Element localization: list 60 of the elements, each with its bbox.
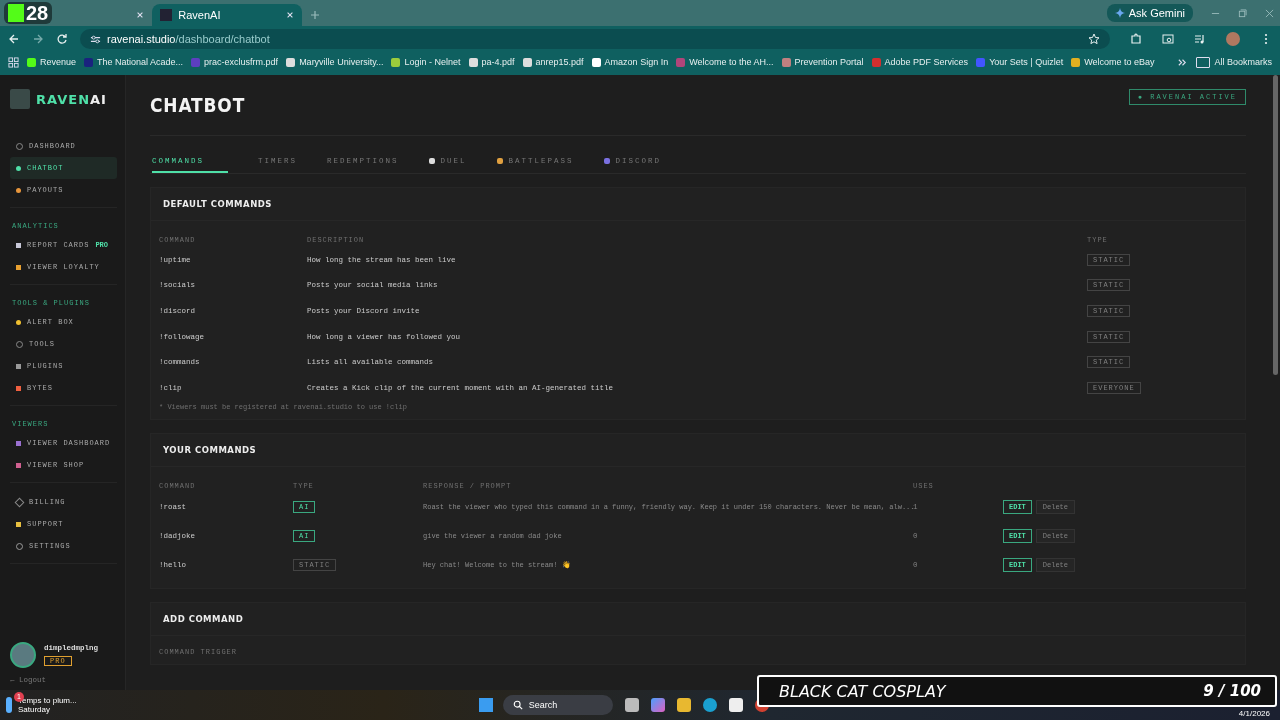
bookmark[interactable]: Adobe PDF Services [871,57,969,67]
restore-icon[interactable] [1238,8,1247,18]
bookmark[interactable]: Revenue [27,57,77,67]
ask-gemini-button[interactable]: Ask Gemini [1106,4,1193,22]
reload-icon[interactable] [56,33,68,45]
puzzle-icon[interactable] [1130,33,1142,45]
overlay-title: BLACK CAT COSPLAY [779,681,946,701]
user-avatar [10,642,36,668]
bookmark[interactable]: Prevention Portal [781,57,864,67]
favicon-icon [160,9,173,21]
weather-day: Saturday [18,705,77,714]
bookmark[interactable]: Maryville University... [286,57,384,67]
bookmark[interactable]: prac-exclusfrm.pdf [191,57,279,67]
bookmark-favicon-icon [27,57,36,67]
browser-tab[interactable]: RavenAI [152,4,303,26]
bookmark[interactable]: pa-4.pdf [468,57,515,67]
close-icon[interactable] [1265,8,1274,18]
bookmark-favicon-icon [976,57,986,67]
card-title: DEFAULT COMMANDS [151,188,1245,221]
search-field[interactable]: Search [502,695,613,715]
bookmark[interactable]: Welcome to the AH... [676,57,774,67]
brand-name: RAVENAI [36,91,107,107]
all-bookmarks[interactable]: All Bookmarks [1196,56,1272,68]
bookmark[interactable]: anrep15.pdf [522,57,584,67]
overlay-counter: 9 / 100 [1203,682,1261,700]
page-title: CHATBOT [150,93,246,117]
close-icon[interactable] [136,11,145,19]
bookmark-favicon-icon [522,57,532,67]
card-title: YOUR COMMANDS [151,433,1245,467]
screen-search-icon[interactable] [1162,33,1174,45]
forward-icon[interactable] [32,33,44,45]
card-title: ADD COMMAND [151,602,1245,636]
bookmark-favicon-icon [676,57,686,67]
bookmark[interactable]: Login - Nelnet [391,57,461,67]
apps-icon[interactable] [8,56,19,68]
follower-count: 28 [26,1,49,25]
address-bar[interactable]: ravenai.studio/dashboard/chatbot [80,29,1110,49]
bookmark-favicon-icon [468,57,478,67]
media-icon[interactable] [1194,33,1206,45]
bookmark[interactable]: The National Acade... [84,57,184,67]
taskbar-date: 4/1/2026 [1238,709,1270,719]
bookmark-favicon-icon [781,57,791,67]
search-icon [512,700,523,710]
bookmark[interactable]: Your Sets | Quizlet [976,57,1064,67]
bookmark-favicon-icon [391,57,401,67]
bookmark-favicon-icon [84,57,94,67]
star-icon[interactable] [1088,33,1100,45]
bookmark-favicon-icon [191,57,201,67]
sparkle-icon [1114,8,1125,18]
close-icon[interactable] [286,11,295,19]
scrollbar[interactable] [1273,75,1278,375]
back-icon[interactable] [8,33,20,45]
bookmark[interactable]: Amazon Sign In [591,57,669,67]
bookmark[interactable]: Welcome to eBay [1071,57,1155,67]
site-settings-icon [90,33,101,45]
bookmark-favicon-icon [591,57,601,67]
bookmark-favicon-icon [1071,57,1081,67]
more-icon[interactable] [1177,56,1189,68]
bookmark-favicon-icon [871,57,881,67]
bookmark-favicon-icon [286,57,296,67]
